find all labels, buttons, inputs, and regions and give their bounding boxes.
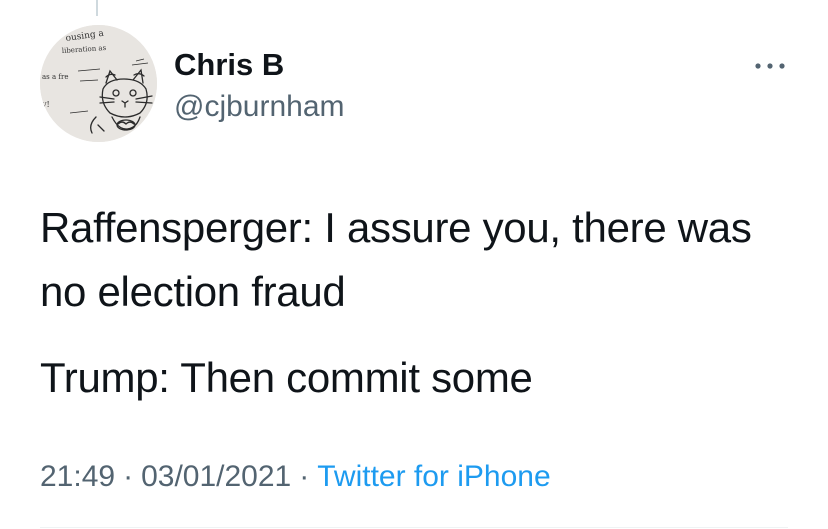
tweet-paragraph: Raffensperger: I assure you, there was n… [40, 204, 752, 315]
thread-connector-line [96, 0, 98, 16]
hand-drawn-cat-avatar-icon: ousing a liberation as as a fre y! [40, 25, 157, 142]
more-horizontal-icon[interactable] [752, 58, 788, 74]
avatar-scribble-4: y! [41, 100, 50, 109]
meta-separator: · [123, 460, 134, 493]
tweet-paragraph: Trump: Then commit some [40, 354, 533, 401]
tweet-text: Raffensperger: I assure you, there was n… [40, 196, 800, 410]
tweet-metadata: 21:49 · 03/01/2021 · Twitter for iPhone [40, 458, 551, 496]
avatar-scribble-3: as a fre [42, 73, 68, 81]
author-handle[interactable]: @cjburnham [174, 88, 345, 126]
tweet-date[interactable]: 03/01/2021 [141, 460, 291, 493]
tweet-time[interactable]: 21:49 [40, 460, 115, 493]
tweet-source-link[interactable]: Twitter for iPhone [317, 460, 550, 493]
meta-separator: · [299, 460, 310, 493]
avatar[interactable]: ousing a liberation as as a fre y! [40, 25, 157, 142]
divider [40, 527, 788, 528]
author-display-name[interactable]: Chris B [174, 46, 284, 84]
